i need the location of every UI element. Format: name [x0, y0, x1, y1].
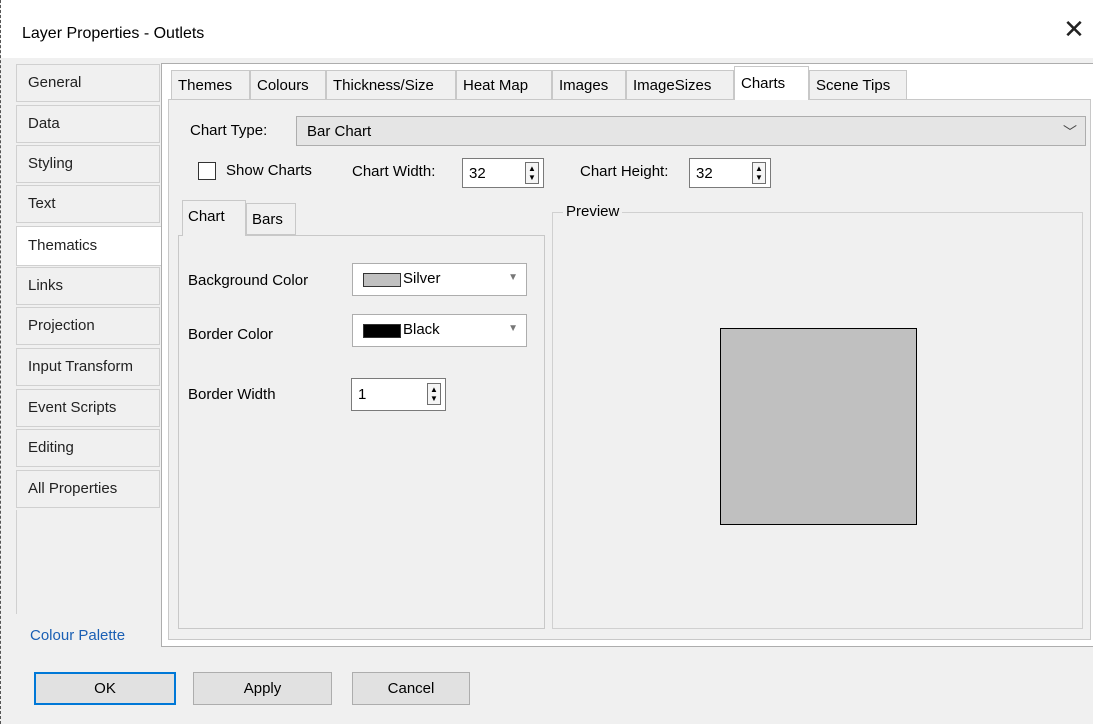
- nav-item-data[interactable]: Data: [16, 105, 160, 143]
- tab-charts[interactable]: Charts: [734, 66, 809, 100]
- nav-item-general[interactable]: General: [16, 64, 160, 102]
- tab-label: Colours: [257, 77, 309, 94]
- spin-down-icon[interactable]: ▼: [528, 174, 536, 182]
- tab-images[interactable]: Images: [552, 70, 626, 100]
- chart-height-stepper[interactable]: 32 ▲ ▼: [689, 158, 771, 188]
- tab-colours[interactable]: Colours: [250, 70, 326, 100]
- tab-label: Thickness/Size: [333, 77, 434, 94]
- window-title: Layer Properties - Outlets: [22, 25, 205, 42]
- nav-item-label: Links: [28, 277, 64, 294]
- nav-item-input-transform[interactable]: Input Transform: [16, 348, 160, 386]
- background-color-select[interactable]: Silver ▼: [352, 263, 527, 296]
- spin-buttons[interactable]: ▲ ▼: [752, 162, 766, 184]
- cancel-button[interactable]: Cancel: [352, 672, 470, 705]
- chart-width-stepper[interactable]: 32 ▲ ▼: [462, 158, 544, 188]
- tab-label: Themes: [178, 77, 233, 94]
- spin-up-icon[interactable]: ▲: [528, 165, 536, 173]
- nav-item-label: Event Scripts: [28, 399, 117, 416]
- background-color-swatch: [363, 273, 401, 287]
- spin-buttons[interactable]: ▲ ▼: [427, 383, 441, 405]
- tab-heat-map[interactable]: Heat Map: [456, 70, 552, 100]
- border-width-label: Border Width: [188, 386, 276, 403]
- dialog-window: Layer Properties - Outlets ✕ General Dat…: [0, 0, 1093, 724]
- tab-chart[interactable]: Chart: [182, 200, 246, 236]
- nav-item-label: Input Transform: [28, 358, 134, 375]
- spin-down-icon[interactable]: ▼: [755, 174, 763, 182]
- border-color-name: Black: [403, 321, 440, 338]
- chart-type-label: Chart Type:: [190, 122, 268, 139]
- nav-item-label: Thematics: [28, 237, 98, 254]
- nav-item-links[interactable]: Links: [16, 267, 160, 305]
- nav-item-styling[interactable]: Styling: [16, 145, 160, 183]
- show-charts-label: Show Charts: [226, 162, 312, 179]
- apply-button[interactable]: Apply: [193, 672, 332, 705]
- dropdown-arrow-icon: ▼: [508, 323, 518, 334]
- show-charts-checkbox[interactable]: [198, 162, 216, 180]
- tab-label: Heat Map: [463, 77, 529, 94]
- border-width-value: 1: [358, 386, 367, 403]
- chart-type-value: Bar Chart: [307, 123, 372, 140]
- tab-label: Scene Tips: [816, 77, 891, 94]
- nav-item-label: Styling: [28, 155, 74, 172]
- border-color-select[interactable]: Black ▼: [352, 314, 527, 347]
- ok-button[interactable]: OK: [34, 672, 176, 705]
- colour-palette-link[interactable]: Colour Palette: [30, 627, 125, 644]
- nav-item-event-scripts[interactable]: Event Scripts: [16, 389, 160, 427]
- border-color-label: Border Color: [188, 326, 274, 343]
- border-width-stepper[interactable]: 1 ▲ ▼: [351, 378, 446, 411]
- dropdown-arrow-icon: ▼: [508, 272, 518, 283]
- tab-label: ImageSizes: [633, 77, 712, 94]
- nav-item-projection[interactable]: Projection: [16, 307, 160, 345]
- spin-down-icon[interactable]: ▼: [430, 395, 438, 403]
- preview-label: Preview: [563, 203, 623, 220]
- chart-type-select[interactable]: Bar Chart ﹀: [296, 116, 1086, 146]
- background-color-label: Background Color: [188, 272, 309, 289]
- tab-label: Charts: [741, 75, 786, 92]
- chart-height-label: Chart Height:: [580, 163, 669, 180]
- tab-label: Chart: [188, 208, 225, 225]
- chart-width-value: 32: [469, 165, 486, 182]
- chevron-down-icon: ﹀: [1063, 124, 1077, 140]
- title-bar: Layer Properties - Outlets ✕: [1, 0, 1093, 58]
- tab-bars[interactable]: Bars: [246, 203, 296, 235]
- nav-item-thematics[interactable]: Thematics: [16, 226, 162, 266]
- chart-width-label: Chart Width:: [352, 163, 436, 180]
- border-color-swatch: [363, 324, 401, 338]
- spin-up-icon[interactable]: ▲: [755, 165, 763, 173]
- tab-label: Bars: [252, 211, 283, 228]
- tab-thickness-size[interactable]: Thickness/Size: [326, 70, 456, 100]
- chart-height-value: 32: [696, 165, 713, 182]
- tab-label: Images: [559, 77, 609, 94]
- tab-scene-tips[interactable]: Scene Tips: [809, 70, 907, 100]
- nav-item-label: Projection: [28, 317, 95, 334]
- spin-up-icon[interactable]: ▲: [430, 386, 438, 394]
- nav-item-label: Text: [28, 195, 56, 212]
- nav-item-editing[interactable]: Editing: [16, 429, 160, 467]
- nav-item-label: General: [28, 74, 82, 91]
- spin-buttons[interactable]: ▲ ▼: [525, 162, 539, 184]
- nav-item-label: Editing: [28, 439, 74, 456]
- nav-item-label: All Properties: [28, 480, 118, 497]
- chart-preview: [720, 328, 917, 525]
- nav-spacer: [16, 510, 161, 614]
- nav-item-text[interactable]: Text: [16, 185, 160, 223]
- tab-themes[interactable]: Themes: [171, 70, 250, 100]
- nav-item-label: Data: [28, 115, 60, 132]
- close-icon[interactable]: ✕: [1059, 14, 1089, 44]
- tab-imagesizes[interactable]: ImageSizes: [626, 70, 734, 100]
- background-color-name: Silver: [403, 270, 441, 287]
- nav-item-all-properties[interactable]: All Properties: [16, 470, 160, 508]
